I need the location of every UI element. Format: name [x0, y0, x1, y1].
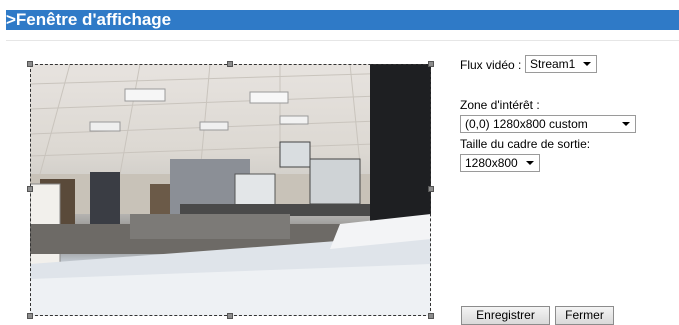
video-preview[interactable] — [30, 64, 431, 316]
roi-handle-bottom[interactable] — [227, 313, 233, 319]
stream-label: Flux vidéo : — [460, 58, 522, 72]
roi-select[interactable]: (0,0) 1280x800 custom — [460, 115, 636, 133]
roi-handle-left[interactable] — [27, 186, 33, 192]
roi-handle-top-right[interactable] — [428, 61, 434, 67]
stream-select[interactable]: Stream1 — [525, 55, 597, 73]
chevron-down-icon — [583, 62, 591, 66]
roi-label: Zone d'intérêt : — [460, 98, 540, 112]
roi-handle-bottom-right[interactable] — [428, 313, 434, 319]
save-button[interactable]: Enregistrer — [461, 306, 550, 325]
output-size-select-value: 1280x800 — [465, 156, 518, 170]
close-button[interactable]: Fermer — [555, 306, 614, 325]
camera-image — [30, 64, 431, 316]
roi-select-value: (0,0) 1280x800 custom — [465, 117, 588, 131]
chevron-down-icon — [526, 161, 534, 165]
roi-handle-right[interactable] — [428, 186, 434, 192]
output-size-label: Taille du cadre de sortie: — [460, 137, 591, 151]
stream-select-value: Stream1 — [530, 57, 576, 71]
output-size-select[interactable]: 1280x800 — [460, 154, 540, 172]
chevron-down-icon — [622, 122, 630, 126]
roi-handle-bottom-left[interactable] — [27, 313, 33, 319]
roi-handle-top[interactable] — [227, 61, 233, 67]
window-title: >Fenêtre d'affichage — [6, 10, 679, 30]
roi-handle-top-left[interactable] — [27, 61, 33, 67]
